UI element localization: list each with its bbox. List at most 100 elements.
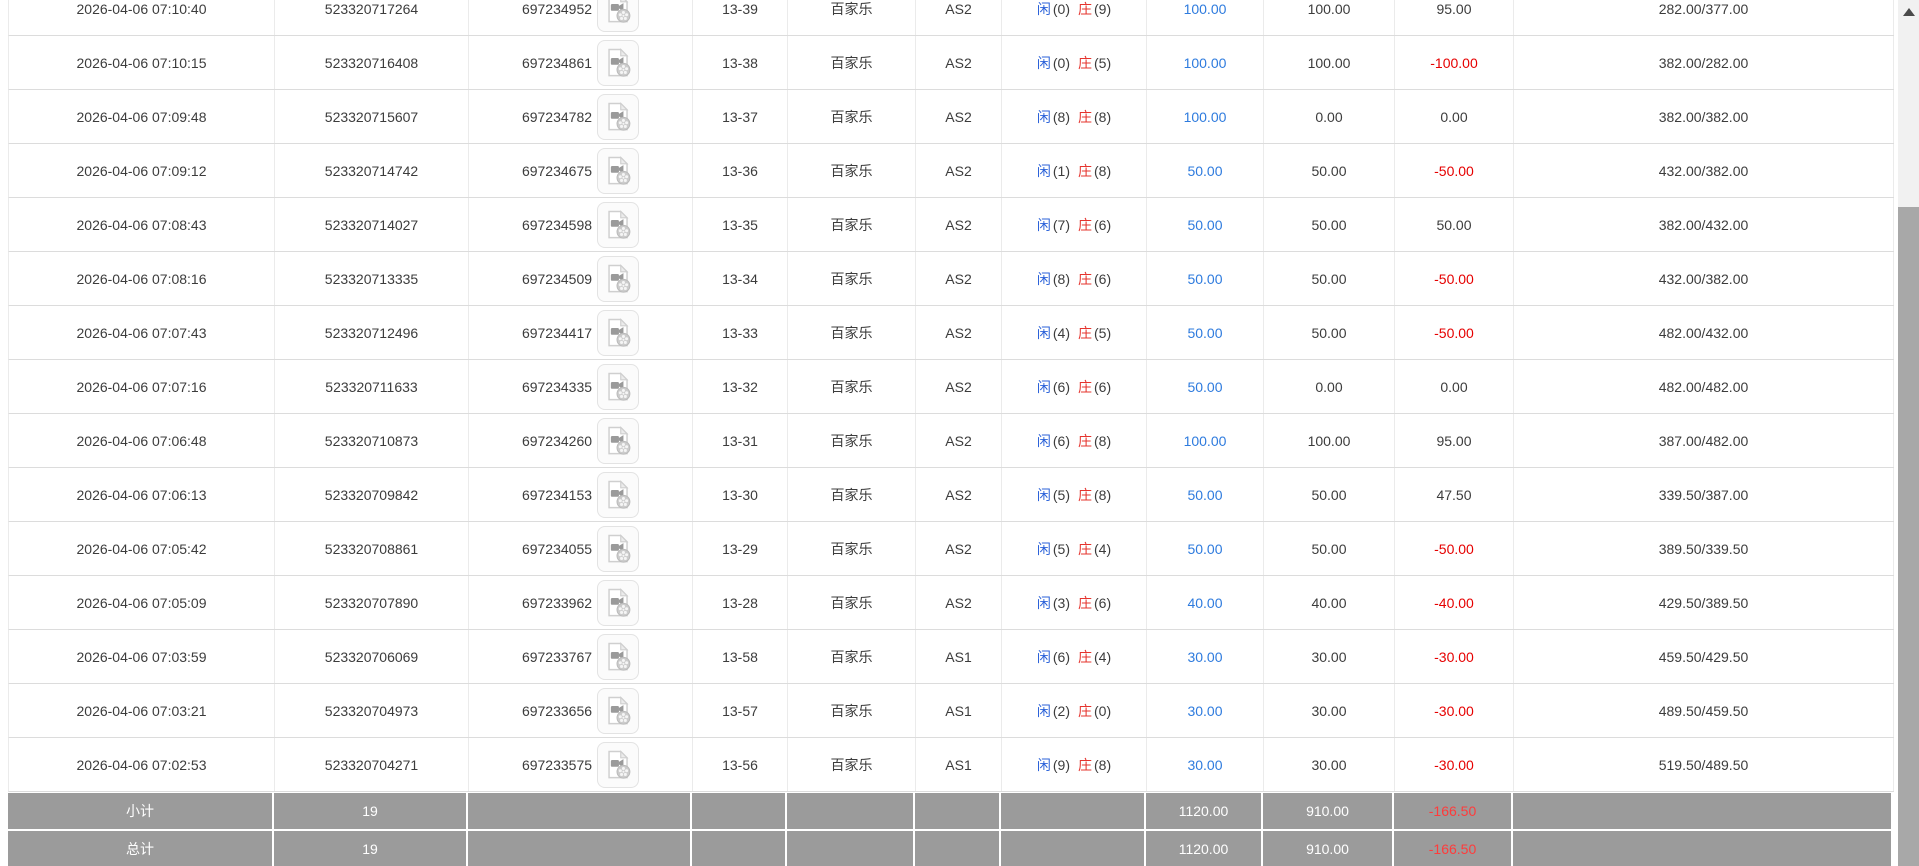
video-replay-icon[interactable]	[597, 471, 640, 518]
banker-label: 庄	[1078, 270, 1092, 287]
banker-label: 庄	[1078, 432, 1092, 449]
bet-amount-link[interactable]: 50.00	[1187, 163, 1222, 179]
summary-valid-total: 910.00	[1263, 831, 1394, 866]
player-points: (7)	[1052, 216, 1070, 233]
game-result: 闲 (6) 庄 (4)	[1002, 630, 1147, 683]
player-label: 闲	[1036, 324, 1051, 341]
video-replay-icon[interactable]	[597, 525, 640, 572]
video-replay-icon[interactable]	[597, 255, 640, 302]
player-label: 闲	[1036, 108, 1051, 125]
balance-before-after: 382.00/432.00	[1514, 198, 1894, 251]
banker-label: 庄	[1078, 324, 1092, 341]
bet-amount-link[interactable]: 100.00	[1184, 109, 1227, 125]
win-loss-amount: -30.00	[1395, 738, 1514, 791]
valid-bet-amount: 100.00	[1264, 414, 1395, 467]
video-replay-icon[interactable]	[597, 93, 640, 140]
bet-amount-link[interactable]: 100.00	[1184, 55, 1227, 71]
player-label: 闲	[1036, 216, 1051, 233]
bet-amount-cell: 100.00	[1147, 414, 1264, 467]
win-loss-amount: 95.00	[1395, 0, 1514, 35]
summary-count: 19	[274, 831, 468, 866]
table-round: 13-38	[693, 36, 788, 89]
table-row: 2026-04-06 07:08:43 523320714027 6972345…	[8, 198, 1894, 252]
bet-number: 697234335	[521, 378, 593, 395]
video-replay-icon[interactable]	[597, 579, 640, 626]
banker-label: 庄	[1078, 162, 1092, 179]
bet-time: 2026-04-06 07:09:48	[9, 90, 275, 143]
banker-points: (8)	[1094, 108, 1112, 125]
bet-amount-link[interactable]: 100.00	[1184, 1, 1227, 17]
player-label: 闲	[1036, 270, 1051, 287]
balance-before-after: 429.50/389.50	[1514, 576, 1894, 629]
video-replay-icon[interactable]	[597, 147, 640, 194]
video-replay-icon[interactable]	[597, 0, 640, 32]
game-number: 523320715607	[275, 90, 469, 143]
player-points: (9)	[1052, 756, 1070, 773]
balance-before-after: 482.00/482.00	[1514, 360, 1894, 413]
bet-amount-link[interactable]: 50.00	[1187, 325, 1222, 341]
bet-amount-link[interactable]: 30.00	[1187, 649, 1222, 665]
bet-amount-link[interactable]: 50.00	[1187, 541, 1222, 557]
bet-number: 697234598	[521, 216, 593, 233]
game-name: 百家乐	[788, 36, 916, 89]
bet-number-cell: 697234260	[469, 414, 693, 467]
video-replay-icon[interactable]	[597, 309, 640, 356]
vertical-scrollbar-thumb[interactable]	[1898, 207, 1919, 866]
win-loss-amount: -30.00	[1395, 630, 1514, 683]
bet-amount-link[interactable]: 50.00	[1187, 271, 1222, 287]
bet-amount-link[interactable]: 30.00	[1187, 703, 1222, 719]
banker-points: (8)	[1094, 486, 1112, 503]
bet-amount-link[interactable]: 40.00	[1187, 595, 1222, 611]
bet-number-cell: 697234509	[469, 252, 693, 305]
summary-empty-cell	[787, 831, 915, 866]
valid-bet-amount: 30.00	[1264, 630, 1395, 683]
table-code: AS2	[916, 360, 1002, 413]
bet-number-cell: 697234952	[469, 0, 693, 35]
video-replay-icon[interactable]	[597, 39, 640, 86]
summary-empty-cell	[915, 831, 1001, 866]
video-replay-icon[interactable]	[597, 201, 640, 248]
game-name: 百家乐	[788, 468, 916, 521]
video-replay-icon[interactable]	[597, 363, 640, 410]
table-code: AS2	[916, 36, 1002, 89]
bet-number-cell: 697234417	[469, 306, 693, 359]
bet-amount-link[interactable]: 50.00	[1187, 217, 1222, 233]
banker-label: 庄	[1078, 648, 1092, 665]
table-round: 13-36	[693, 144, 788, 197]
game-result: 闲 (4) 庄 (5)	[1002, 306, 1147, 359]
bet-time: 2026-04-06 07:03:59	[9, 630, 275, 683]
game-name: 百家乐	[788, 90, 916, 143]
summary-empty-cell	[915, 793, 1001, 829]
table-footer: 小计 19 1120.00 910.00 -166.50 总计 19 1120.…	[8, 793, 1894, 866]
scrollbar-up-arrow-icon[interactable]	[1903, 8, 1915, 16]
table-row: 2026-04-06 07:09:48 523320715607 6972347…	[8, 90, 1894, 144]
player-points: (4)	[1052, 324, 1070, 341]
game-number: 523320714742	[275, 144, 469, 197]
summary-row: 小计 19 1120.00 910.00 -166.50	[8, 793, 1894, 829]
win-loss-amount: -40.00	[1395, 576, 1514, 629]
game-result: 闲 (2) 庄 (0)	[1002, 684, 1147, 737]
bet-time: 2026-04-06 07:03:21	[9, 684, 275, 737]
table-code: AS2	[916, 252, 1002, 305]
summary-empty-cell	[468, 831, 692, 866]
bet-amount-link[interactable]: 50.00	[1187, 487, 1222, 503]
bet-amount-link[interactable]: 50.00	[1187, 379, 1222, 395]
game-name: 百家乐	[788, 144, 916, 197]
balance-before-after: 387.00/482.00	[1514, 414, 1894, 467]
banker-points: (6)	[1094, 216, 1112, 233]
bet-amount-link[interactable]: 100.00	[1184, 433, 1227, 449]
video-replay-icon[interactable]	[597, 741, 640, 788]
video-replay-icon[interactable]	[597, 687, 640, 734]
bet-number-cell: 697233767	[469, 630, 693, 683]
balance-before-after: 382.00/382.00	[1514, 90, 1894, 143]
bet-number: 697234509	[521, 270, 593, 287]
game-result: 闲 (7) 庄 (6)	[1002, 198, 1147, 251]
game-number: 523320716408	[275, 36, 469, 89]
summary-empty-cell	[692, 793, 787, 829]
win-loss-amount: 47.50	[1395, 468, 1514, 521]
video-replay-icon[interactable]	[597, 417, 640, 464]
video-replay-icon[interactable]	[597, 633, 640, 680]
bet-amount-link[interactable]: 30.00	[1187, 757, 1222, 773]
player-points: (6)	[1052, 378, 1070, 395]
banker-label: 庄	[1078, 486, 1092, 503]
